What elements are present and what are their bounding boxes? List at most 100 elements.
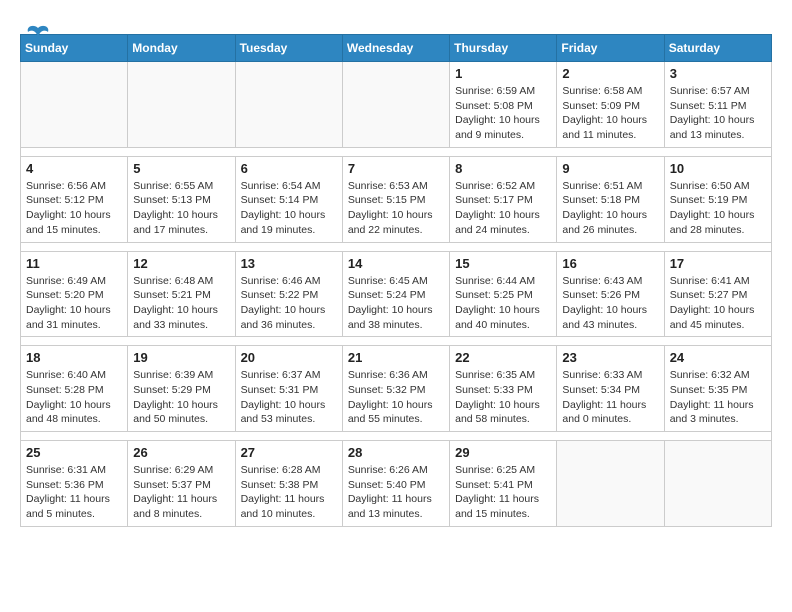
calendar-cell-w3d3: 21 Sunrise: 6:36 AMSunset: 5:32 PMDayligh… (342, 346, 449, 432)
calendar-cell-w4d2: 27 Sunrise: 6:28 AMSunset: 5:38 PMDayligh… (235, 441, 342, 527)
day-info: Sunrise: 6:58 AMSunset: 5:09 PMDaylight:… (562, 84, 658, 143)
day-info: Sunrise: 6:43 AMSunset: 5:26 PMDaylight:… (562, 274, 658, 333)
day-info: Sunrise: 6:36 AMSunset: 5:32 PMDaylight:… (348, 368, 444, 427)
calendar-cell-w1d4: 8 Sunrise: 6:52 AMSunset: 5:17 PMDaylight… (450, 156, 557, 242)
calendar-cell-w0d4: 1 Sunrise: 6:59 AMSunset: 5:08 PMDaylight… (450, 62, 557, 148)
day-info: Sunrise: 6:45 AMSunset: 5:24 PMDaylight:… (348, 274, 444, 333)
calendar-cell-w4d5 (557, 441, 664, 527)
weekday-header-monday: Monday (128, 35, 235, 62)
calendar-cell-w2d3: 14 Sunrise: 6:45 AMSunset: 5:24 PMDayligh… (342, 251, 449, 337)
calendar-cell-w3d1: 19 Sunrise: 6:39 AMSunset: 5:29 PMDayligh… (128, 346, 235, 432)
calendar-cell-w3d6: 24 Sunrise: 6:32 AMSunset: 5:35 PMDayligh… (664, 346, 771, 432)
day-number: 11 (26, 256, 122, 271)
day-info: Sunrise: 6:35 AMSunset: 5:33 PMDaylight:… (455, 368, 551, 427)
day-number: 19 (133, 350, 229, 365)
calendar-cell-w1d5: 9 Sunrise: 6:51 AMSunset: 5:18 PMDaylight… (557, 156, 664, 242)
calendar-cell-w2d2: 13 Sunrise: 6:46 AMSunset: 5:22 PMDayligh… (235, 251, 342, 337)
calendar-cell-w1d2: 6Sunrise: 6:54 AMSunset: 5:14 PMDaylight… (235, 156, 342, 242)
day-number: 29 (455, 445, 551, 460)
day-number: 12 (133, 256, 229, 271)
calendar-cell-w0d2 (235, 62, 342, 148)
day-info: Sunrise: 6:28 AMSunset: 5:38 PMDaylight:… (241, 463, 337, 522)
day-info: Sunrise: 6:31 AMSunset: 5:36 PMDaylight:… (26, 463, 122, 522)
calendar-cell-w2d0: 11 Sunrise: 6:49 AMSunset: 5:20 PMDayligh… (21, 251, 128, 337)
calendar-cell-w0d3 (342, 62, 449, 148)
day-number: 3 (670, 66, 766, 81)
calendar-cell-w3d5: 23 Sunrise: 6:33 AMSunset: 5:34 PMDayligh… (557, 346, 664, 432)
day-info: Sunrise: 6:25 AMSunset: 5:41 PMDaylight:… (455, 463, 551, 522)
day-info: Sunrise: 6:57 AMSunset: 5:11 PMDaylight:… (670, 84, 766, 143)
day-number: 9 (562, 161, 658, 176)
weekday-header-friday: Friday (557, 35, 664, 62)
calendar-cell-w4d1: 26 Sunrise: 6:29 AMSunset: 5:37 PMDayligh… (128, 441, 235, 527)
week-separator (21, 432, 772, 441)
calendar-cell-w2d1: 12 Sunrise: 6:48 AMSunset: 5:21 PMDayligh… (128, 251, 235, 337)
calendar-cell-w2d4: 15 Sunrise: 6:44 AMSunset: 5:25 PMDayligh… (450, 251, 557, 337)
day-number: 21 (348, 350, 444, 365)
day-number: 4 (26, 161, 122, 176)
calendar-cell-w0d6: 3 Sunrise: 6:57 AMSunset: 5:11 PMDaylight… (664, 62, 771, 148)
day-info: Sunrise: 6:56 AMSunset: 5:12 PMDaylight:… (26, 179, 122, 238)
calendar-cell-w4d6 (664, 441, 771, 527)
calendar-cell-w1d6: 10Sunrise: 6:50 AMSunset: 5:19 PMDayligh… (664, 156, 771, 242)
day-number: 18 (26, 350, 122, 365)
day-number: 25 (26, 445, 122, 460)
day-info: Sunrise: 6:54 AMSunset: 5:14 PMDaylight:… (241, 179, 337, 238)
week-separator (21, 337, 772, 346)
day-number: 13 (241, 256, 337, 271)
day-info: Sunrise: 6:44 AMSunset: 5:25 PMDaylight:… (455, 274, 551, 333)
day-info: Sunrise: 6:51 AMSunset: 5:18 PMDaylight:… (562, 179, 658, 238)
day-number: 8 (455, 161, 551, 176)
day-number: 22 (455, 350, 551, 365)
calendar-cell-w3d4: 22 Sunrise: 6:35 AMSunset: 5:33 PMDayligh… (450, 346, 557, 432)
day-info: Sunrise: 6:32 AMSunset: 5:35 PMDaylight:… (670, 368, 766, 427)
day-info: Sunrise: 6:53 AMSunset: 5:15 PMDaylight:… (348, 179, 444, 238)
calendar-table: SundayMondayTuesdayWednesdayThursdayFrid… (20, 34, 772, 527)
calendar-cell-w0d5: 2 Sunrise: 6:58 AMSunset: 5:09 PMDaylight… (557, 62, 664, 148)
calendar-cell-w2d6: 17Sunrise: 6:41 AMSunset: 5:27 PMDayligh… (664, 251, 771, 337)
day-number: 24 (670, 350, 766, 365)
calendar-cell-w1d0: 4 Sunrise: 6:56 AMSunset: 5:12 PMDaylight… (21, 156, 128, 242)
day-info: Sunrise: 6:37 AMSunset: 5:31 PMDaylight:… (241, 368, 337, 427)
day-info: Sunrise: 6:59 AMSunset: 5:08 PMDaylight:… (455, 84, 551, 143)
day-number: 1 (455, 66, 551, 81)
day-number: 28 (348, 445, 444, 460)
day-number: 16 (562, 256, 658, 271)
day-info: Sunrise: 6:48 AMSunset: 5:21 PMDaylight:… (133, 274, 229, 333)
calendar-cell-w4d0: 25 Sunrise: 6:31 AMSunset: 5:36 PMDayligh… (21, 441, 128, 527)
weekday-header-tuesday: Tuesday (235, 35, 342, 62)
day-number: 7 (348, 161, 444, 176)
calendar-cell-w4d3: 28 Sunrise: 6:26 AMSunset: 5:40 PMDayligh… (342, 441, 449, 527)
day-info: Sunrise: 6:46 AMSunset: 5:22 PMDaylight:… (241, 274, 337, 333)
day-info: Sunrise: 6:26 AMSunset: 5:40 PMDaylight:… (348, 463, 444, 522)
calendar-cell-w1d1: 5Sunrise: 6:55 AMSunset: 5:13 PMDaylight… (128, 156, 235, 242)
logo (20, 20, 52, 52)
day-number: 26 (133, 445, 229, 460)
day-info: Sunrise: 6:52 AMSunset: 5:17 PMDaylight:… (455, 179, 551, 238)
day-number: 2 (562, 66, 658, 81)
week-separator (21, 242, 772, 251)
week-separator (21, 147, 772, 156)
day-info: Sunrise: 6:29 AMSunset: 5:37 PMDaylight:… (133, 463, 229, 522)
day-info: Sunrise: 6:39 AMSunset: 5:29 PMDaylight:… (133, 368, 229, 427)
calendar-cell-w0d1 (128, 62, 235, 148)
day-info: Sunrise: 6:40 AMSunset: 5:28 PMDaylight:… (26, 368, 122, 427)
day-info: Sunrise: 6:33 AMSunset: 5:34 PMDaylight:… (562, 368, 658, 427)
logo-bird-icon (24, 20, 52, 52)
calendar-cell-w3d0: 18 Sunrise: 6:40 AMSunset: 5:28 PMDayligh… (21, 346, 128, 432)
weekday-header-saturday: Saturday (664, 35, 771, 62)
calendar-cell-w2d5: 16 Sunrise: 6:43 AMSunset: 5:26 PMDayligh… (557, 251, 664, 337)
day-number: 15 (455, 256, 551, 271)
calendar-cell-w1d3: 7 Sunrise: 6:53 AMSunset: 5:15 PMDaylight… (342, 156, 449, 242)
day-number: 17 (670, 256, 766, 271)
day-number: 20 (241, 350, 337, 365)
day-info: Sunrise: 6:49 AMSunset: 5:20 PMDaylight:… (26, 274, 122, 333)
calendar-cell-w3d2: 20 Sunrise: 6:37 AMSunset: 5:31 PMDayligh… (235, 346, 342, 432)
weekday-header-thursday: Thursday (450, 35, 557, 62)
day-number: 27 (241, 445, 337, 460)
day-number: 23 (562, 350, 658, 365)
day-info: Sunrise: 6:55 AMSunset: 5:13 PMDaylight:… (133, 179, 229, 238)
calendar-cell-w0d0 (21, 62, 128, 148)
day-number: 14 (348, 256, 444, 271)
weekday-header-wednesday: Wednesday (342, 35, 449, 62)
